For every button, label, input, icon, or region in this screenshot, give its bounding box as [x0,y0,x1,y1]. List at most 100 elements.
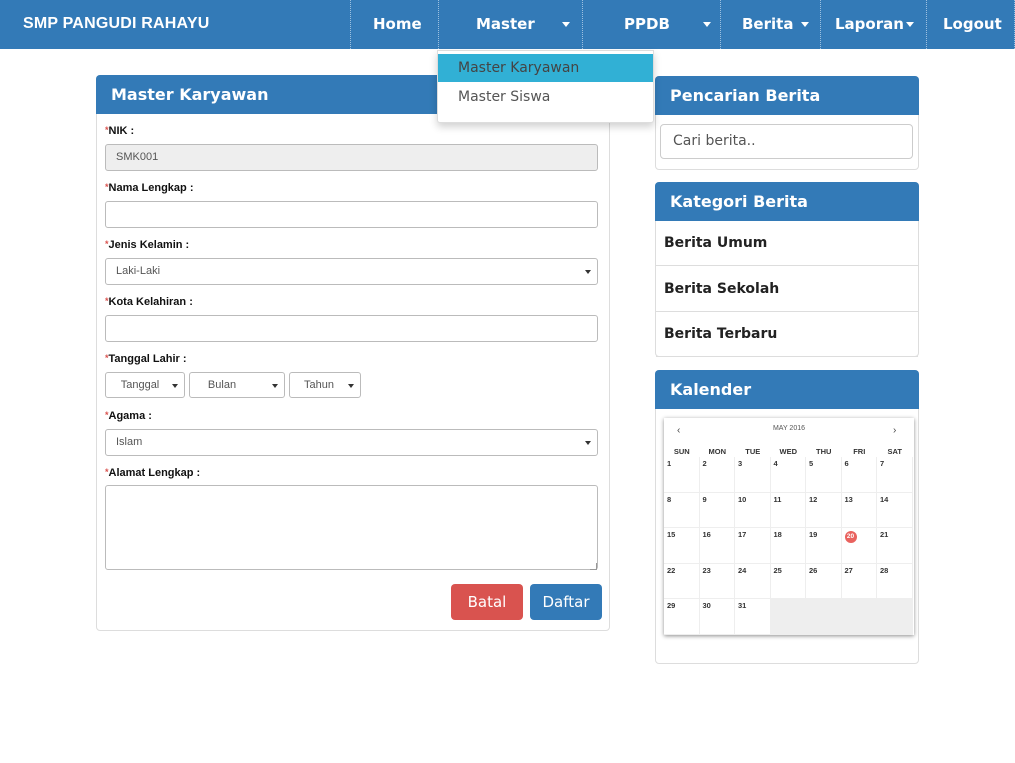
nav-home-label: Home [373,15,422,33]
calendar-day-cell[interactable]: 4 [770,457,806,493]
calendar-empty-cell [806,599,842,635]
nav-berita[interactable]: Berita [720,0,820,49]
calendar-day-number: 22 [667,565,676,575]
calendar-day-number: 30 [702,601,711,610]
agama-label: *Agama : [105,410,152,422]
calendar-day-number: 31 [738,601,747,610]
calendar-day-cell[interactable]: 6 [841,457,877,493]
nav-logout[interactable]: Logout [926,0,1015,49]
nav-ppdb-label: PPDB [624,15,670,33]
calendar-day-cell[interactable]: 11 [770,492,806,528]
calendar-day-number: 3 [738,459,743,468]
calendar-day-cell[interactable]: 20 [841,528,877,564]
calendar-day-cell[interactable]: 28 [877,563,913,599]
calendar-day-number: 12 [809,494,818,504]
tanggal-lahir-label: *Tanggal Lahir : [105,353,187,365]
calendar-day-cell[interactable]: 1 [664,457,700,493]
nav-master-label: Master [476,15,535,33]
jenis-kelamin-select[interactable]: Laki-Laki [105,258,598,285]
nama-field[interactable] [105,201,598,228]
nik-field[interactable]: SMK001 [105,144,598,171]
calendar-day-number: 25 [773,565,782,575]
nav-master[interactable]: Master [438,0,582,49]
tanggal-value: Tanggal [120,379,160,391]
calendar-day-cell[interactable]: 22 [664,563,700,599]
nav-laporan-label: Laporan [835,15,904,33]
calendar-day-number: 7 [880,459,885,468]
jenis-kelamin-value: Laki-Laki [116,265,161,277]
calendar-day-number: 27 [844,565,853,575]
nav-ppdb[interactable]: PPDB [582,0,720,49]
calendar-dow-label: SUN [673,447,690,456]
resize-handle-icon[interactable] [590,563,597,570]
daftar-button[interactable]: Daftar [530,584,602,620]
menu-item-master-siswa[interactable]: Master Siswa [438,83,653,111]
calendar-day-cell[interactable]: 3 [735,457,771,493]
caret-down-icon [703,22,711,27]
category-panel-title: Kategori Berita [655,182,919,221]
calendar-day-number: 1 [667,459,672,468]
brand-title[interactable]: SMP PANGUDI RAHAYU [23,15,209,33]
select-arrow-icon [172,384,178,388]
jenis-kelamin-label: *Jenis Kelamin : [105,239,190,251]
calendar-day-cell[interactable]: 5 [806,457,842,493]
calendar-day-cell[interactable]: 8 [664,492,700,528]
nav-logout-label: Logout [943,15,1002,33]
category-item-terbaru[interactable]: Berita Terbaru [656,312,918,357]
tanggal-select[interactable]: Tanggal [105,372,185,398]
menu-item-master-karyawan[interactable]: Master Karyawan [438,54,653,82]
tahun-select[interactable]: Tahun [289,372,361,398]
nav-laporan[interactable]: Laporan [820,0,926,49]
calendar-day-cell[interactable]: 15 [664,528,700,564]
calendar-day-cell[interactable]: 2 [699,457,735,493]
category-item-sekolah[interactable]: Berita Sekolah [656,267,918,312]
calendar-day-cell[interactable]: 17 [735,528,771,564]
next-month-icon[interactable]: › [893,425,896,436]
calendar-day-cell[interactable]: 21 [877,528,913,564]
calendar-day-number: 26 [809,565,818,575]
calendar-day-cell[interactable]: 10 [735,492,771,528]
calendar-day-number: 19 [809,530,818,539]
calendar-day-cell[interactable]: 31 [735,599,771,635]
calendar-day-number: 5 [809,459,814,468]
calendar-day-cell[interactable]: 26 [806,563,842,599]
nik-label: *NIK : [105,125,135,137]
calendar-day-cell[interactable]: 9 [699,492,735,528]
nama-label: *Nama Lengkap : [105,182,194,194]
calendar-day-cell[interactable]: 23 [699,563,735,599]
calendar-day-cell[interactable]: 7 [877,457,913,493]
calendar-day-number: 11 [773,494,782,504]
select-arrow-icon [585,441,591,445]
master-dropdown-menu: Master Karyawan Master Siswa [437,50,654,123]
calendar-day-cell[interactable]: 25 [770,563,806,599]
prev-month-icon[interactable]: ‹ [677,425,680,436]
calendar-day-cell[interactable]: 19 [806,528,842,564]
calendar-day-cell[interactable]: 18 [770,528,806,564]
agama-select[interactable]: Islam [105,429,598,456]
calendar-day-cell[interactable]: 29 [664,599,700,635]
kota-field[interactable] [105,315,598,342]
bulan-select[interactable]: Bulan [189,372,285,398]
search-input[interactable]: Cari berita.. [660,124,913,159]
alamat-label: *Alamat Lengkap : [105,467,201,479]
alamat-textarea[interactable] [105,485,598,570]
calendar-day-cell[interactable]: 30 [699,599,735,635]
search-panel-title: Pencarian Berita [655,76,919,115]
batal-button[interactable]: Batal [451,584,523,620]
calendar-day-number: 13 [844,494,853,504]
nav-home[interactable]: Home [350,0,438,49]
calendar-day-cell[interactable]: 16 [699,528,735,564]
calendar-day-cell[interactable]: 12 [806,492,842,528]
category-panel: Kategori Berita Berita Umum Berita Sekol… [655,182,919,357]
kota-label: *Kota Kelahiran : [105,296,193,308]
calendar-day-cell[interactable]: 27 [841,563,877,599]
caret-down-icon [906,22,914,27]
calendar-empty-cell [770,599,806,635]
calendar-day-cell[interactable]: 24 [735,563,771,599]
calendar-day-cell[interactable]: 13 [841,492,877,528]
category-item-umum[interactable]: Berita Umum [656,221,918,266]
calendar-day-cell[interactable]: 14 [877,492,913,528]
calendar-day-number: 16 [702,530,711,539]
calendar-dow-label: SAT [887,447,902,456]
nav-berita-label: Berita [742,15,794,33]
